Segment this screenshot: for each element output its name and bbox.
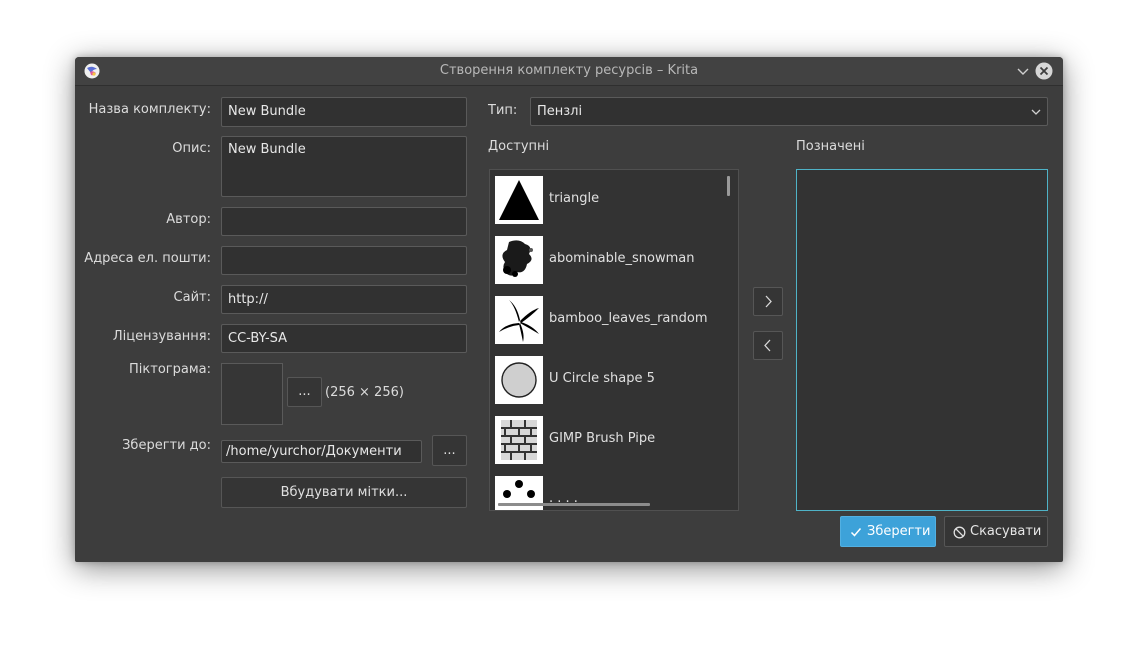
brush-thumbnail	[495, 356, 543, 404]
check-icon	[850, 528, 862, 537]
list-item-label: bamboo_leaves_random	[549, 311, 708, 326]
move-right-button[interactable]	[753, 287, 783, 316]
list-item[interactable]: U Circle shape 5	[495, 356, 725, 404]
brush-thumbnail	[495, 416, 543, 464]
author-label: Автор:	[166, 212, 211, 227]
icon-label: Піктограма:	[129, 362, 211, 377]
vertical-scrollbar[interactable]	[727, 176, 730, 196]
description-field[interactable]: New Bundle	[221, 136, 467, 197]
available-resources-list[interactable]: triangle abominable_snowman bamboo_leave…	[489, 169, 739, 511]
brush-thumbnail	[495, 296, 543, 344]
chevron-down-icon	[1031, 109, 1041, 115]
window-title: Створення комплекту ресурсів – Krita	[439, 63, 699, 78]
icon-preview[interactable]	[221, 363, 283, 425]
selected-resources-list[interactable]	[796, 169, 1048, 511]
bundle-creator-dialog: Створення комплекту ресурсів – Krita Наз…	[75, 57, 1063, 562]
email-label: Адреса ел. пошти:	[84, 251, 211, 266]
move-left-button[interactable]	[753, 331, 783, 360]
chevron-down-icon[interactable]	[1014, 62, 1032, 80]
bundle-name-field[interactable]: New Bundle	[221, 97, 467, 127]
bundle-name-label: Назва комплекту:	[88, 102, 211, 117]
save-to-label: Зберегти до:	[122, 438, 211, 453]
brush-thumbnail	[495, 236, 543, 284]
cancel-icon	[953, 526, 966, 539]
list-item-label: abominable_snowman	[549, 251, 695, 266]
save-to-browse-button[interactable]: ...	[432, 435, 467, 466]
icon-size-text: (256 × 256)	[325, 385, 404, 400]
save-to-field[interactable]: /home/yurchor/Документи	[221, 440, 422, 463]
list-item[interactable]: abominable_snowman	[495, 236, 725, 284]
chevron-right-icon	[765, 295, 772, 308]
website-field[interactable]: http://	[221, 285, 467, 314]
horizontal-scrollbar[interactable]	[498, 503, 650, 506]
cancel-button[interactable]: Скасувати	[944, 516, 1048, 547]
selected-label: Позначені	[796, 139, 865, 154]
type-value: Пензлі	[537, 104, 583, 119]
available-label: Доступні	[488, 139, 550, 154]
embed-tags-button[interactable]: Вбудувати мітки...	[221, 477, 467, 508]
email-field[interactable]	[221, 246, 467, 275]
brush-thumbnail	[495, 176, 543, 224]
author-field[interactable]	[221, 207, 467, 236]
type-label: Тип:	[488, 103, 518, 118]
list-item[interactable]: triangle	[495, 176, 725, 224]
website-label: Сайт:	[173, 290, 211, 305]
list-item-label: GIMP Brush Pipe	[549, 431, 656, 446]
list-item[interactable]: bamboo_leaves_random	[495, 296, 725, 344]
type-combobox[interactable]: Пензлі	[530, 97, 1048, 126]
list-item[interactable]: GIMP Brush Pipe	[495, 416, 725, 464]
save-button-label: Зберегти	[867, 524, 931, 539]
license-label: Ліцензування:	[112, 329, 211, 344]
description-label: Опис:	[172, 141, 211, 156]
icon-browse-button[interactable]: ...	[287, 377, 322, 407]
chevron-left-icon	[764, 339, 771, 352]
list-item-label: triangle	[549, 191, 600, 206]
list-item-label: U Circle shape 5	[549, 371, 655, 386]
cancel-button-label: Скасувати	[970, 524, 1042, 539]
close-icon[interactable]	[1035, 62, 1053, 80]
title-bar[interactable]: Створення комплекту ресурсів – Krita	[75, 57, 1063, 86]
license-field[interactable]: CC-BY-SA	[221, 324, 467, 353]
save-button[interactable]: Зберегти	[840, 516, 936, 547]
